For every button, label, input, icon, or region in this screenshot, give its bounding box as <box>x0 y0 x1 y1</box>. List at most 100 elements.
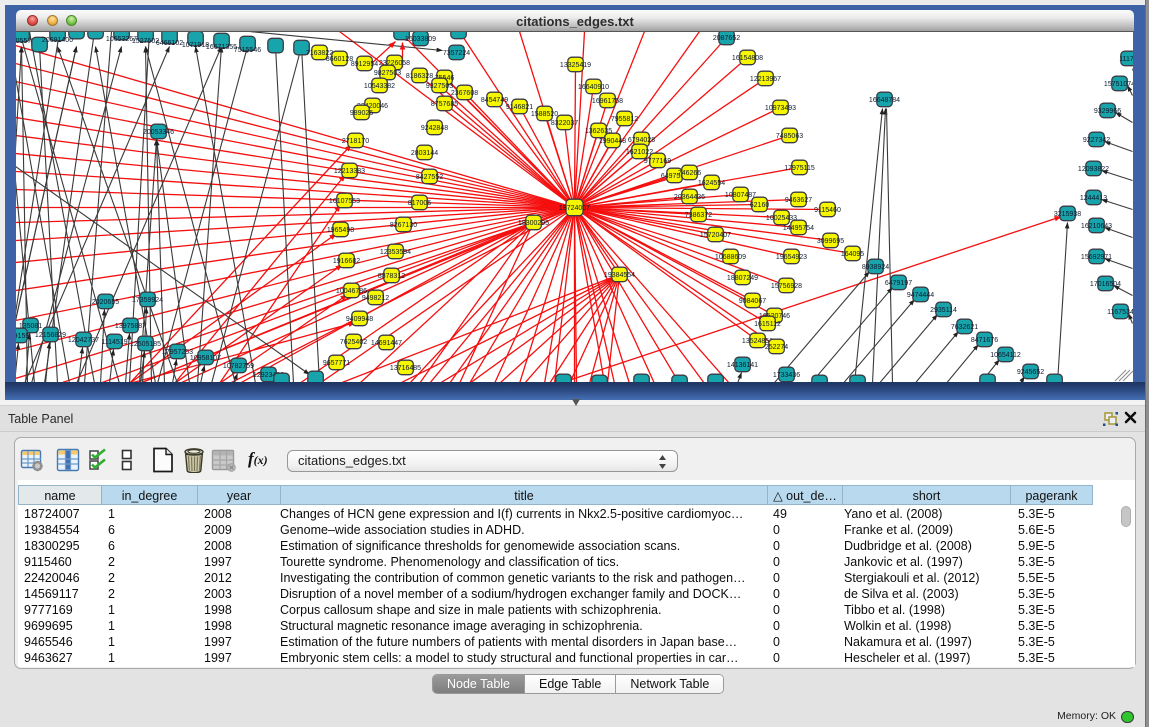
svg-text:1244413: 1244413 <box>1080 194 1107 201</box>
svg-text:164095: 164095 <box>841 250 864 257</box>
svg-text:7625402: 7625402 <box>340 338 367 345</box>
svg-text:16033809: 16033809 <box>405 35 436 42</box>
svg-text:9329966: 9329966 <box>1094 107 1121 114</box>
svg-text:16640910: 16640910 <box>578 83 609 90</box>
svg-text:13975887: 13975887 <box>115 322 146 329</box>
svg-text:9409948: 9409948 <box>346 315 373 322</box>
svg-text:19654923: 19654923 <box>776 253 807 260</box>
svg-text:9474444: 9474444 <box>907 291 934 298</box>
svg-text:10782759: 10782759 <box>223 362 254 369</box>
svg-text:8454749: 8454749 <box>481 96 508 103</box>
svg-text:6479197: 6479197 <box>885 279 912 286</box>
svg-text:17957253: 17957253 <box>162 348 193 355</box>
svg-text:9498212: 9498212 <box>362 294 389 301</box>
svg-text:20691406: 20691406 <box>42 37 73 44</box>
svg-text:1615112: 1615112 <box>754 320 781 327</box>
svg-text:62160: 62160 <box>750 201 770 208</box>
svg-text:11172: 11172 <box>1119 55 1133 62</box>
svg-text:2803144: 2803144 <box>411 149 438 156</box>
svg-text:16107553: 16107553 <box>329 197 360 204</box>
svg-text:16648784: 16648784 <box>869 96 900 103</box>
svg-text:1624554: 1624554 <box>698 179 725 186</box>
svg-text:1733436: 1733436 <box>773 371 800 378</box>
svg-text:1588520: 1588520 <box>531 110 558 117</box>
svg-text:18300295: 18300295 <box>518 219 549 226</box>
svg-text:12213967: 12213967 <box>750 75 781 82</box>
svg-text:18724007: 18724007 <box>559 204 590 211</box>
svg-text:10973493: 10973493 <box>765 104 796 111</box>
svg-text:1965498: 1965498 <box>327 226 354 233</box>
svg-text:13325419: 13325419 <box>560 61 591 68</box>
svg-text:1621022: 1621022 <box>626 148 653 155</box>
svg-text:252274: 252274 <box>765 343 788 350</box>
svg-text:9777169: 9777169 <box>644 157 671 164</box>
svg-text:10958107: 10958107 <box>190 354 221 361</box>
svg-text:8757685: 8757685 <box>431 100 458 107</box>
svg-text:6794028: 6794028 <box>628 136 655 143</box>
svg-text:9657771: 9657771 <box>323 359 350 366</box>
svg-text:8427552: 8427552 <box>416 173 443 180</box>
svg-text:15751074: 15751074 <box>1104 80 1133 87</box>
svg-text:6466102: 6466102 <box>156 40 183 47</box>
svg-text:10807487: 10807487 <box>725 191 756 198</box>
svg-text:10688609: 10688609 <box>715 253 746 260</box>
svg-text:989026: 989026 <box>350 109 373 116</box>
svg-text:18807249: 18807249 <box>727 274 758 281</box>
svg-text:8660128: 8660128 <box>326 55 353 62</box>
svg-text:7386372: 7386372 <box>685 211 712 218</box>
svg-text:14691447: 14691447 <box>371 339 402 346</box>
svg-text:1916682: 1916682 <box>333 257 360 264</box>
svg-text:9084067: 9084067 <box>739 297 766 304</box>
svg-text:12093822: 12093822 <box>1078 165 1109 172</box>
svg-text:16210643: 16210643 <box>1081 222 1112 229</box>
svg-text:2367608: 2367608 <box>451 89 478 96</box>
svg-text:16154808: 16154808 <box>732 54 763 61</box>
svg-text:8186328: 8186328 <box>406 72 433 79</box>
svg-text:2087652: 2087652 <box>713 34 740 41</box>
svg-text:8471676: 8471676 <box>971 336 998 343</box>
svg-text:12156829: 12156829 <box>35 331 66 338</box>
svg-text:9245652: 9245652 <box>1017 368 1044 375</box>
svg-text:20364436: 20364436 <box>674 193 705 200</box>
svg-text:9463627: 9463627 <box>785 196 812 203</box>
svg-text:20053346: 20053346 <box>143 128 174 135</box>
svg-text:19384554: 19384554 <box>604 271 635 278</box>
svg-text:1114519: 1114519 <box>101 338 127 345</box>
svg-text:8912954: 8912954 <box>351 60 378 67</box>
svg-text:14495754: 14495754 <box>783 224 814 231</box>
svg-text:12505185: 12505185 <box>130 340 161 347</box>
svg-text:14136141: 14136141 <box>727 361 758 368</box>
svg-text:7357224: 7357224 <box>443 49 470 56</box>
svg-text:8878312: 8878312 <box>378 272 405 279</box>
svg-text:3215938: 3215938 <box>1054 210 1081 217</box>
svg-text:3099695: 3099695 <box>817 237 844 244</box>
svg-text:8938924: 8938924 <box>862 263 889 270</box>
svg-text:1990448: 1990448 <box>599 137 626 144</box>
svg-text:9227342: 9227342 <box>1083 136 1110 143</box>
svg-text:746266: 746266 <box>678 169 701 176</box>
svg-text:17016504: 17016504 <box>1090 280 1121 287</box>
svg-text:7955812: 7955812 <box>611 115 638 122</box>
svg-text:7485063: 7485063 <box>776 132 803 139</box>
svg-text:9146821: 9146821 <box>506 103 533 110</box>
svg-text:817006: 817006 <box>408 199 431 206</box>
svg-text:10543382: 10543382 <box>364 82 395 89</box>
svg-text:9242848: 9242848 <box>421 124 448 131</box>
svg-text:9827503: 9827503 <box>374 69 401 76</box>
svg-text:13716485: 13716485 <box>390 364 421 371</box>
svg-text:39159: 39159 <box>16 332 29 339</box>
svg-text:2935114: 2935114 <box>930 306 957 313</box>
svg-text:15756928: 15756928 <box>771 282 802 289</box>
svg-text:15692971: 15692971 <box>1081 253 1112 260</box>
svg-text:12213383: 12213383 <box>334 167 365 174</box>
svg-text:10046786: 10046786 <box>336 287 367 294</box>
svg-text:12042737: 12042737 <box>68 336 99 343</box>
svg-text:9327503: 9327503 <box>426 82 453 89</box>
svg-text:8267130: 8267130 <box>390 221 417 228</box>
svg-text:16671355: 16671355 <box>206 44 237 51</box>
svg-text:17975115: 17975115 <box>784 164 815 171</box>
svg-text:2718170: 2718170 <box>342 137 369 144</box>
svg-text:10654112: 10654112 <box>990 351 1021 358</box>
svg-text:15720407: 15720407 <box>700 231 731 238</box>
svg-text:7632621: 7632621 <box>951 323 978 330</box>
